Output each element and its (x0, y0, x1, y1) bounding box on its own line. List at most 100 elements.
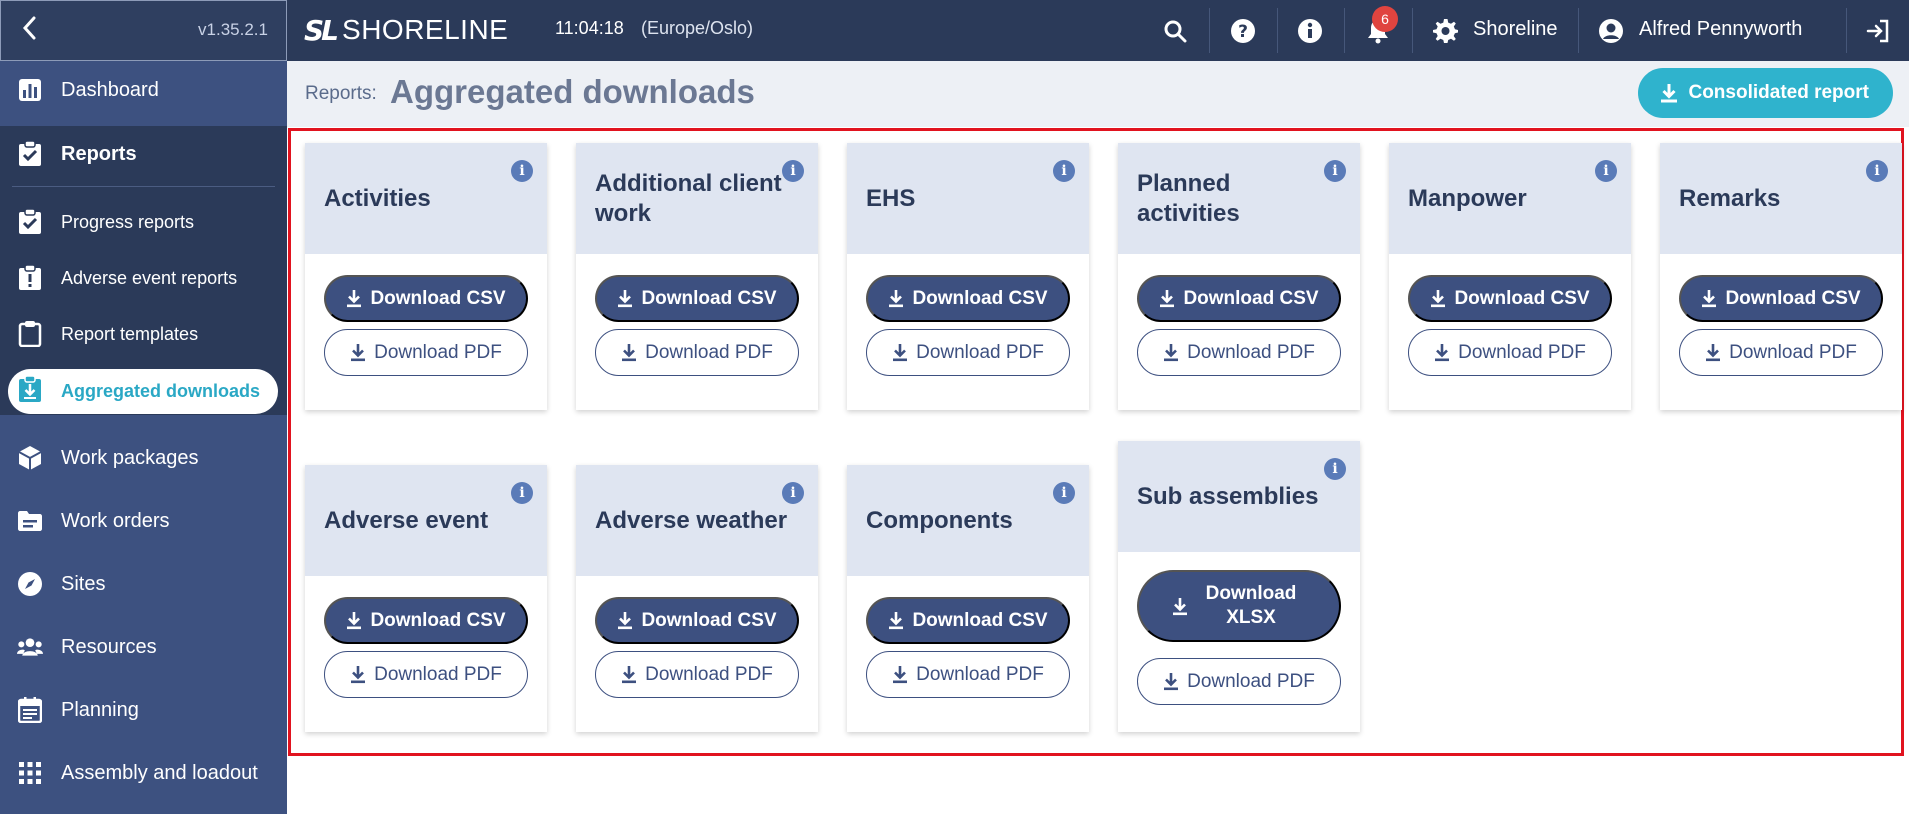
download-pdf-button[interactable]: Download PDF (595, 651, 799, 698)
download-primary-button[interactable]: Download CSV (595, 275, 799, 322)
download-primary-button[interactable]: Download CSV (324, 597, 528, 644)
sidebar-item-adverse-event-reports[interactable]: Adverse event reports (0, 254, 287, 302)
card-adverse-event: Adverse event i Download CSV Download PD… (305, 465, 547, 732)
logout-button[interactable] (1858, 0, 1898, 61)
sidebar-item-assembly-and-loadout[interactable]: Assembly and loadout (0, 744, 287, 802)
sidebar-collapse-button[interactable]: v1.35.2.1 (0, 0, 287, 61)
download-icon (888, 289, 904, 308)
cube-icon (17, 445, 43, 471)
breadcrumb[interactable]: Reports: (305, 83, 377, 105)
sidebar: Dashboard Reports Progress reports Adver… (0, 61, 287, 814)
card-planned-activities: Planned activities i Download CSV Downlo… (1118, 143, 1360, 410)
download-icon (892, 665, 908, 684)
page-title: Aggregated downloads (390, 73, 755, 110)
info-icon[interactable]: i (1866, 160, 1888, 182)
download-icon (1163, 672, 1179, 691)
download-icon (621, 343, 637, 362)
download-pdf-button[interactable]: Download PDF (324, 329, 528, 376)
card-title: Remarks (1679, 184, 1781, 212)
logo-mark: SL (304, 13, 339, 47)
info-icon[interactable]: i (1324, 160, 1346, 182)
card-header: Components i (847, 465, 1089, 576)
consolidated-report-button[interactable]: Consolidated report (1638, 68, 1893, 118)
download-pdf-button[interactable]: Download PDF (866, 329, 1070, 376)
sidebar-item-sites[interactable]: Sites (0, 555, 287, 613)
download-primary-button[interactable]: Download CSV (866, 597, 1070, 644)
card-title: Sub assemblies (1137, 482, 1319, 510)
info-icon[interactable]: i (1053, 482, 1075, 504)
card-sub-assemblies: Sub assemblies i Download XLSX Download … (1118, 441, 1360, 732)
sidebar-item-report-templates[interactable]: Report templates (0, 310, 287, 358)
download-icon (621, 665, 637, 684)
clipboard-download-icon (17, 375, 43, 408)
info-icon[interactable]: i (782, 482, 804, 504)
download-icon (350, 343, 366, 362)
info-icon[interactable]: i (1324, 458, 1346, 480)
bar-chart-icon (17, 77, 43, 103)
card-activities: Activities i Download CSV Download PDF (305, 143, 547, 410)
card-header: Activities i (305, 143, 547, 254)
card-header: EHS i (847, 143, 1089, 254)
card-header: Planned activities i (1118, 143, 1360, 254)
download-icon (1434, 343, 1450, 362)
info-icon[interactable]: i (1053, 160, 1075, 182)
sidebar-item-work-orders[interactable]: Work orders (0, 492, 287, 550)
download-pdf-button[interactable]: Download PDF (595, 329, 799, 376)
info-icon[interactable]: i (511, 482, 533, 504)
people-icon (17, 634, 43, 660)
org-name[interactable]: Shoreline (1473, 18, 1558, 41)
card-title: Additional client work (595, 169, 782, 227)
app-version: v1.35.2.1 (198, 20, 268, 39)
user-account-button[interactable] (1597, 0, 1625, 61)
download-pdf-button[interactable]: Download PDF (1679, 329, 1883, 376)
sidebar-item-reports[interactable]: Reports (0, 125, 287, 183)
question-circle-icon: ? (1231, 18, 1255, 43)
sidebar-item-planning[interactable]: Planning (0, 681, 287, 739)
help-button[interactable]: ? (1220, 0, 1266, 61)
sidebar-item-aggregated-downloads[interactable]: Aggregated downloads (8, 369, 278, 414)
download-icon (1705, 343, 1721, 362)
download-primary-button[interactable]: Download CSV (866, 275, 1070, 322)
folder-icon (17, 508, 43, 534)
download-pdf-button[interactable]: Download PDF (1137, 329, 1341, 376)
sidebar-item-work-packages[interactable]: Work packages (0, 429, 287, 487)
info-icon[interactable]: i (1595, 160, 1617, 182)
shoreline-logo[interactable]: SL SHORELINE (304, 12, 508, 48)
card-manpower: Manpower i Download CSV Download PDF (1389, 143, 1631, 410)
card-header: Adverse event i (305, 465, 547, 576)
chevron-left-icon (21, 15, 37, 47)
sidebar-item-resources[interactable]: Resources (0, 618, 287, 676)
user-name[interactable]: Alfred Pennyworth (1639, 18, 1802, 41)
clipboard-check-icon (17, 141, 43, 167)
download-primary-button[interactable]: Download CSV (1679, 275, 1883, 322)
download-icon (1661, 84, 1678, 103)
card-title: Activities (324, 184, 431, 212)
download-primary-button[interactable]: Download CSV (324, 275, 528, 322)
search-button[interactable] (1152, 0, 1198, 61)
logo-text: SHORELINE (342, 14, 509, 45)
sidebar-item-dashboard[interactable]: Dashboard (0, 61, 287, 119)
download-primary-button[interactable]: Download CSV (1137, 275, 1341, 322)
card-title: Manpower (1408, 184, 1527, 212)
info-button[interactable] (1287, 0, 1333, 61)
info-icon[interactable]: i (511, 160, 533, 182)
download-pdf-button[interactable]: Download PDF (1137, 658, 1341, 705)
download-pdf-button[interactable]: Download PDF (866, 651, 1070, 698)
download-pdf-button[interactable]: Download PDF (1408, 329, 1612, 376)
download-icon (1159, 289, 1175, 308)
download-primary-button[interactable]: Download CSV (1408, 275, 1612, 322)
clock: 11:04:18 (555, 18, 624, 38)
download-primary-button[interactable]: Download XLSX (1137, 570, 1341, 642)
download-primary-button[interactable]: Download CSV (595, 597, 799, 644)
grid-icon (17, 760, 43, 786)
card-title: Components (866, 506, 1013, 534)
sidebar-item-progress-reports[interactable]: Progress reports (0, 198, 287, 246)
page-header: Reports: Aggregated downloads Consolidat… (287, 61, 1909, 127)
info-icon[interactable]: i (782, 160, 804, 182)
card-additional-client-work: Additional client work i Download CSV Do… (576, 143, 818, 410)
download-icon (350, 665, 366, 684)
download-icon (892, 343, 908, 362)
card-remarks: Remarks i Download CSV Download PDF (1660, 143, 1902, 410)
download-pdf-button[interactable]: Download PDF (324, 651, 528, 698)
org-settings-button[interactable] (1428, 0, 1462, 61)
